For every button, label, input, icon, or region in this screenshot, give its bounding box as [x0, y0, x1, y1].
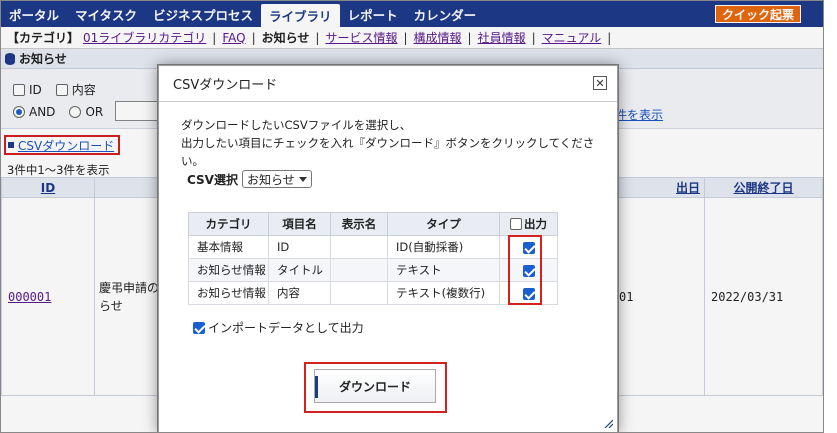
- field-type: ID(自動採番): [387, 235, 500, 259]
- select-all-checkbox[interactable]: [510, 217, 522, 230]
- dialog-description: ダウンロードしたいCSVファイルを選択し、 出力したい項目にチェックを入れ『ダウ…: [181, 116, 617, 170]
- output-fields-table: カテゴリ 項目名 表示名 タイプ 出力 基本情報 ID ID(自動採番) お知ら…: [188, 212, 558, 305]
- csv-select-dropdown[interactable]: お知らせ: [241, 170, 312, 188]
- field-display-name: [330, 235, 388, 259]
- field-category: お知らせ情報: [188, 258, 269, 282]
- field-category: お知らせ情報: [188, 281, 269, 305]
- description-line-2: 出力したい項目にチェックを入れ『ダウンロード』ボタンをクリックしてください。: [181, 136, 595, 168]
- resize-handle-icon[interactable]: [603, 418, 613, 428]
- import-data-label: インポートデータとして出力: [208, 321, 364, 335]
- field-item-name: ID: [268, 235, 331, 259]
- field-item-name: タイトル: [268, 258, 331, 282]
- app-window: ポータル マイタスク ビジネスプロセス ライブラリ レポート カレンダー クイッ…: [0, 0, 824, 433]
- table-row: お知らせ情報 内容 テキスト(複数行): [188, 281, 558, 305]
- field-display-name: [330, 258, 388, 282]
- field-display-name: [330, 281, 388, 305]
- import-data-checkbox[interactable]: [193, 321, 205, 334]
- download-button[interactable]: ダウンロード: [314, 369, 436, 403]
- description-line-1: ダウンロードしたいCSVファイルを選択し、: [181, 118, 412, 132]
- field-type: テキスト(複数行): [387, 281, 500, 305]
- csv-select-value: お知らせ: [246, 172, 295, 187]
- close-icon[interactable]: ✕: [593, 76, 607, 90]
- download-button-label: ダウンロード: [338, 379, 411, 394]
- csv-download-dialog: CSVダウンロード ✕ ダウンロードしたいCSVファイルを選択し、 出力したい項…: [158, 65, 618, 432]
- column-header-item-name: 項目名: [268, 212, 331, 236]
- field-item-name: 内容: [268, 281, 331, 305]
- csv-select-label: CSV選択: [187, 172, 238, 187]
- csv-select-row: CSV選択 お知らせ: [187, 170, 312, 188]
- dialog-title: CSVダウンロード: [173, 78, 278, 93]
- button-accent: [315, 376, 318, 398]
- column-header-type: タイプ: [387, 212, 500, 236]
- chevron-down-icon: [298, 176, 307, 182]
- field-type: テキスト: [387, 258, 500, 282]
- output-header-label: 出力: [524, 216, 547, 231]
- output-checkboxes-highlight: [508, 235, 542, 305]
- table-row: お知らせ情報 タイトル テキスト: [188, 258, 558, 282]
- dialog-header: CSVダウンロード: [159, 66, 617, 102]
- table-row: 基本情報 ID ID(自動採番): [188, 235, 558, 259]
- import-data-option: インポートデータとして出力: [193, 319, 364, 336]
- field-category: 基本情報: [188, 235, 269, 259]
- column-header-category: カテゴリ: [188, 212, 269, 236]
- column-header-output: 出力: [499, 212, 558, 236]
- column-header-display-name: 表示名: [330, 212, 388, 236]
